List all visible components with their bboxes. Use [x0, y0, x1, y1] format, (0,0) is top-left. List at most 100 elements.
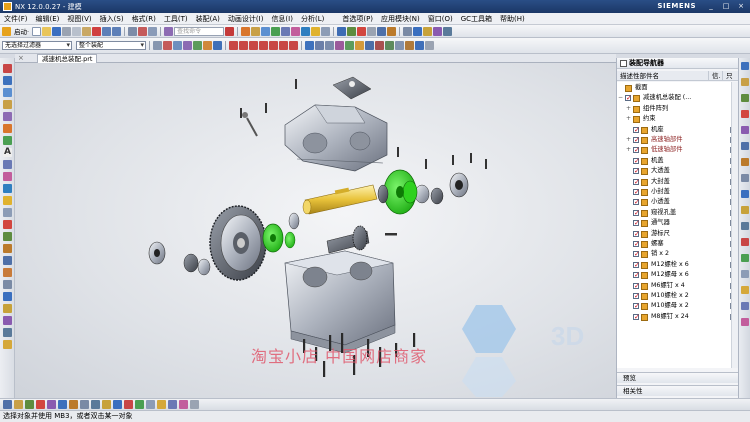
scale-icon[interactable] [3, 268, 12, 277]
curve-filter-icon[interactable] [203, 41, 212, 50]
navigator-row[interactable]: 大透盖 [617, 166, 739, 177]
navigator-row[interactable]: 小透盖 [617, 197, 739, 208]
command-finder-icon[interactable] [128, 26, 138, 36]
wireframe-icon[interactable] [146, 400, 155, 409]
shell-icon[interactable] [311, 26, 321, 36]
line-icon[interactable] [385, 41, 394, 50]
visual-reports-tab-icon[interactable] [741, 302, 749, 310]
snap-icon[interactable] [225, 26, 235, 36]
rib-icon[interactable] [3, 172, 12, 181]
wcs-icon[interactable] [305, 41, 314, 50]
extrude-icon[interactable] [251, 26, 261, 36]
snap-onpoint-icon[interactable] [289, 41, 298, 50]
navigator-row[interactable]: + 低速轴部件 [617, 145, 739, 156]
undo-icon[interactable] [102, 26, 112, 36]
copy-icon[interactable] [72, 26, 82, 36]
dependencies-panel-toggle[interactable]: 相关性 [617, 385, 739, 396]
offset-curve-icon[interactable] [415, 41, 424, 50]
point-filter-icon[interactable] [213, 41, 222, 50]
view-icon[interactable] [443, 26, 453, 36]
render-style-icon[interactable] [58, 400, 67, 409]
tree-expand-toggle[interactable]: + [626, 104, 631, 114]
menu-view[interactable]: 视图(V) [63, 14, 95, 24]
selection-scope-select[interactable]: 整个装配 [76, 41, 146, 50]
history-tab-icon[interactable] [741, 158, 749, 166]
filter-icon[interactable] [163, 41, 172, 50]
navigator-row[interactable]: M6螺钉 x 4 [617, 281, 739, 291]
pocket-icon[interactable] [3, 208, 12, 217]
color-icon[interactable] [179, 400, 188, 409]
new-icon[interactable] [32, 26, 42, 36]
snap-tangent-icon[interactable] [279, 41, 288, 50]
navigator-row[interactable]: + 组件阵列 [617, 104, 739, 114]
extract-icon[interactable] [3, 328, 12, 337]
navigator-row[interactable]: M12螺母 x 6 [617, 270, 739, 281]
system-materials-tab-icon[interactable] [741, 174, 749, 182]
light-icon[interactable] [157, 400, 166, 409]
layer-icon[interactable] [47, 400, 56, 409]
open-icon[interactable] [42, 26, 52, 36]
snap-quadrant-icon[interactable] [259, 41, 268, 50]
thread-icon[interactable] [3, 160, 12, 169]
visibility-checkbox[interactable] [633, 249, 640, 260]
navigator-row[interactable]: 螺塞 [617, 239, 739, 249]
chamfer-icon[interactable] [301, 26, 311, 36]
menu-file[interactable]: 文件(F) [0, 14, 32, 24]
redo-icon[interactable] [112, 26, 122, 36]
visibility-checkbox[interactable] [633, 239, 640, 249]
cut-icon[interactable] [62, 26, 72, 36]
measure-distance-icon[interactable] [190, 400, 199, 409]
render-icon[interactable] [423, 26, 433, 36]
gearbox-cover[interactable] [284, 104, 388, 172]
background-icon[interactable] [124, 400, 133, 409]
point-icon[interactable] [345, 41, 354, 50]
inspection-cover[interactable] [332, 76, 372, 100]
visibility-checkbox[interactable] [633, 135, 640, 145]
analysis-icon[interactable] [433, 26, 443, 36]
trim-body-icon[interactable] [3, 124, 12, 133]
pattern-icon[interactable] [321, 26, 331, 36]
visibility-checkbox[interactable] [633, 301, 640, 312]
visibility-checkbox[interactable] [633, 125, 640, 135]
visibility-checkbox[interactable] [633, 281, 640, 291]
type-filter-select[interactable]: 无选择过滤器 [2, 41, 72, 50]
snap-intersect-icon[interactable] [269, 41, 278, 50]
visibility-checkbox[interactable] [633, 208, 640, 218]
section-icon[interactable] [413, 26, 423, 36]
block-icon[interactable] [3, 76, 12, 85]
menu-tools[interactable]: 工具(T) [160, 14, 192, 24]
menu-window[interactable]: 窗口(O) [424, 14, 457, 24]
visibility-checkbox[interactable] [633, 177, 640, 187]
visibility-checkbox[interactable] [633, 218, 640, 229]
emboss-icon[interactable] [3, 244, 12, 253]
menu-format[interactable]: 格式(R) [128, 14, 160, 24]
menu-information[interactable]: 信息(I) [267, 14, 297, 24]
snap-point-icon[interactable] [25, 400, 34, 409]
roles-tab-icon[interactable] [741, 222, 749, 230]
revolve-icon[interactable] [261, 26, 271, 36]
visibility-checkbox[interactable] [633, 187, 640, 197]
save-icon[interactable] [52, 26, 62, 36]
spline-icon[interactable] [365, 41, 374, 50]
start-menu[interactable]: 启动· [12, 26, 31, 36]
csys-icon[interactable] [315, 41, 324, 50]
graphics-window[interactable]: 淘宝小店 中国网店商家 3D [15, 63, 616, 398]
assembly-navigator-tab-icon[interactable] [741, 78, 749, 86]
constraint-icon[interactable] [347, 26, 357, 36]
navigator-row[interactable]: 机盖 [617, 156, 739, 166]
menu-assembly[interactable]: 装配(A) [192, 14, 224, 24]
visibility-checkbox[interactable] [633, 270, 640, 281]
part-navigator-tab-icon[interactable] [741, 62, 749, 70]
visibility-checkbox[interactable] [633, 312, 640, 322]
navigator-row[interactable]: M10螺母 x 2 [617, 301, 739, 312]
menu-help[interactable]: 帮助(H) [496, 14, 529, 24]
palette-tab-icon[interactable] [741, 254, 749, 262]
dipstick[interactable] [242, 112, 258, 137]
navigator-row[interactable]: 通气器 [617, 218, 739, 229]
visibility-checkbox[interactable] [633, 145, 640, 156]
navigator-row[interactable]: 窥视孔盖 [617, 208, 739, 218]
navigator-row[interactable]: + 约束 [617, 114, 739, 124]
move-component-icon[interactable] [357, 26, 367, 36]
maximize-button[interactable]: □ [719, 1, 733, 11]
navigator-row[interactable]: M12螺栓 x 6 [617, 260, 739, 270]
